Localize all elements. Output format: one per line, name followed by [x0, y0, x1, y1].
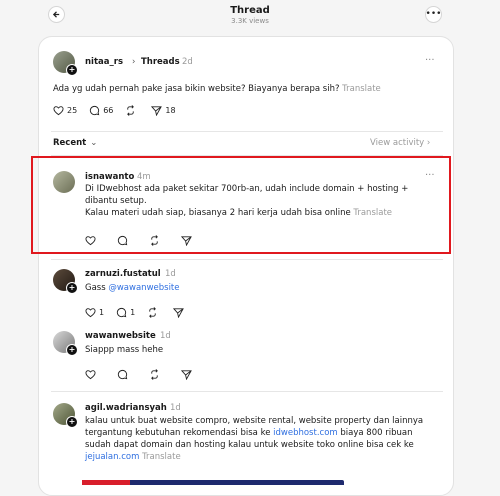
view-activity-link[interactable]: View activity ›: [370, 138, 430, 148]
more-icon: •••: [425, 9, 442, 19]
repost-button[interactable]: [147, 307, 161, 318]
share-button[interactable]: [181, 369, 195, 380]
comment-icon: [116, 307, 127, 318]
comment-button[interactable]: 1: [116, 307, 135, 318]
top-bar: Thread 3.3K views •••: [0, 0, 500, 34]
sort-label: Recent: [53, 138, 87, 148]
share-button[interactable]: 18: [151, 105, 176, 116]
more-button[interactable]: •••: [425, 6, 442, 23]
reply-actions: 1 1: [85, 307, 199, 318]
post-text: Ada yg udah pernah pake jasa bikin websi…: [53, 83, 381, 96]
reply-username[interactable]: wawanwebsite: [85, 331, 156, 341]
post-username[interactable]: nitaa_rs: [85, 57, 123, 67]
like-count: 25: [67, 106, 78, 115]
avatar[interactable]: +: [53, 331, 78, 356]
divider: [51, 131, 443, 132]
avatar[interactable]: +: [53, 403, 78, 428]
post-body: Ada yg udah pernah pake jasa bikin websi…: [53, 84, 340, 94]
heart-icon: [85, 308, 96, 318]
share-count: 18: [165, 106, 176, 115]
reply-time: 1d: [165, 269, 176, 279]
highlight-box: [31, 156, 451, 254]
post-more-icon[interactable]: ···: [425, 55, 435, 66]
comment-icon: [90, 105, 100, 116]
comment-icon: [117, 369, 128, 380]
repost-icon: [127, 105, 135, 116]
repost-button[interactable]: [125, 105, 139, 116]
avatar[interactable]: +: [53, 269, 78, 294]
heart-icon: [53, 106, 64, 116]
like-button[interactable]: 25: [53, 105, 77, 116]
thread-card: + nitaa_rs › Threads 2d ··· Ada yg udah …: [38, 36, 454, 496]
send-icon: [173, 308, 185, 318]
repost-icon: [151, 369, 158, 380]
repost-icon: [149, 307, 157, 318]
follow-plus-icon[interactable]: +: [66, 416, 78, 428]
repost-button[interactable]: [149, 369, 163, 380]
comment-button[interactable]: [117, 369, 131, 380]
post-channel[interactable]: Threads: [141, 57, 180, 67]
reply-body: Gass: [85, 283, 109, 293]
jejualan-link[interactable]: jejualan.com: [85, 452, 139, 462]
comment-button[interactable]: 66: [89, 105, 113, 116]
share-button[interactable]: [173, 307, 187, 318]
sort-dropdown[interactable]: Recent ⌄: [53, 138, 97, 148]
send-icon: [181, 370, 192, 380]
comment-count: 1: [130, 308, 136, 317]
follow-plus-icon[interactable]: +: [66, 64, 78, 76]
reply-translate[interactable]: Translate: [142, 452, 181, 462]
reply-body: biaya 800 ribuan: [337, 428, 413, 438]
reply-time: 1d: [160, 331, 171, 341]
reply-text-line: Gass @wawanwebsite: [85, 282, 180, 295]
reply-text-line: Siappp mass hehe: [85, 345, 164, 355]
comment-count: 66: [103, 106, 114, 115]
like-count: 1: [99, 308, 105, 317]
divider: [51, 259, 443, 260]
idwebhost-link[interactable]: idwebhost.com: [273, 428, 338, 438]
reply-time: 1d: [170, 403, 181, 413]
follow-plus-icon[interactable]: +: [66, 282, 78, 294]
post-actions: 25 66 18: [53, 105, 188, 116]
reply-username[interactable]: zarnuzi.fustatul: [85, 269, 161, 279]
post-time: 2d: [182, 57, 193, 67]
like-button[interactable]: 1: [85, 307, 104, 318]
reply-username[interactable]: agil.wadriansyah: [85, 403, 167, 413]
image-accent: [82, 480, 130, 485]
reply-text-line: jejualan.com Translate: [85, 451, 181, 464]
avatar[interactable]: +: [53, 51, 78, 76]
follow-plus-icon[interactable]: +: [66, 344, 78, 356]
reply-body: tergantung kebutuhan rekomendasi bisa ke: [85, 428, 274, 438]
breadcrumb-separator: ›: [132, 57, 136, 67]
view-activity-label: View activity: [370, 138, 425, 148]
divider: [51, 391, 443, 392]
reply-actions: [85, 369, 207, 380]
mention-link[interactable]: @wawanwebsite: [108, 283, 179, 293]
post-translate[interactable]: Translate: [342, 84, 381, 94]
attached-image[interactable]: [82, 480, 344, 485]
chevron-down-icon: ⌄: [90, 138, 98, 148]
heart-icon: [85, 370, 96, 380]
send-icon: [151, 106, 163, 116]
like-button[interactable]: [85, 369, 99, 380]
chevron-right-icon: ›: [426, 138, 431, 148]
